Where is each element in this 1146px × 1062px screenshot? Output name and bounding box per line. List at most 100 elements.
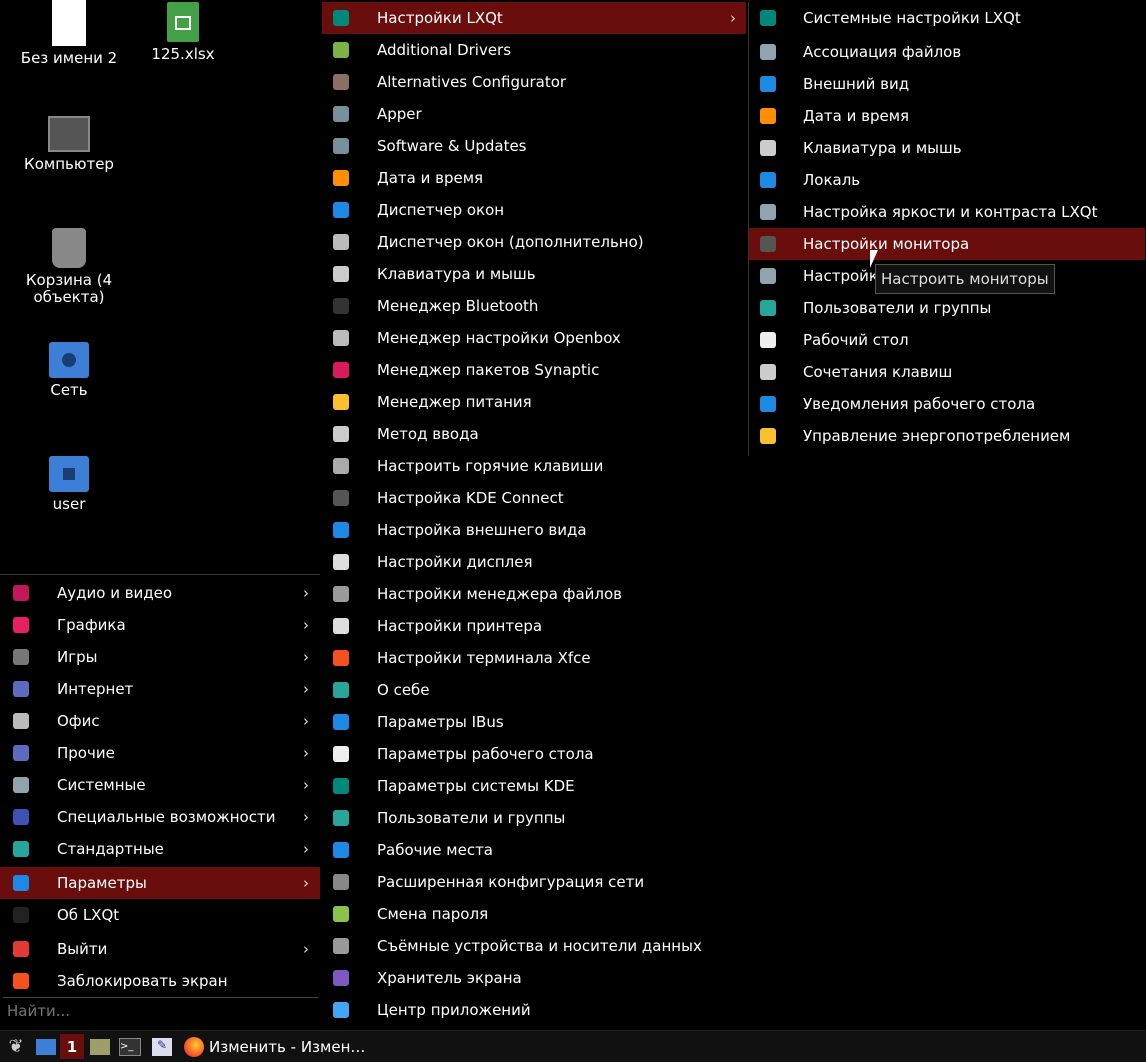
chevron-right-icon: › [303,744,309,762]
main-menu-item[interactable]: Аудио и видео › [0,577,320,609]
lxqt-menu-item[interactable]: Рабочий стол [749,324,1145,356]
mouse-icon [760,140,776,156]
lxqt-menu-item[interactable]: Настройки монитора [749,228,1145,260]
preferences-menu-item[interactable]: Apper [322,98,746,130]
main-menu-item[interactable]: Офис › [0,705,320,737]
taskbar-window-button[interactable]: Изменить - Измен… [184,1034,374,1059]
users-icon [760,300,776,316]
preferences-menu-item[interactable]: Менеджер питания [322,386,746,418]
preferences-menu-item[interactable]: Настройки LXQt › [322,2,746,34]
file-manager-launcher[interactable] [88,1034,112,1059]
preferences-menu-item[interactable]: Настройки терминала Xfce [322,642,746,674]
preferences-menu-item[interactable]: Параметры IBus [322,706,746,738]
terminal-launcher[interactable]: >_ [118,1034,142,1059]
lxqt-menu-item[interactable]: Клавиатура и мышь [749,132,1145,164]
main-menu-item-label: Специальные возможности [57,808,276,826]
main-menu-item[interactable]: Об LXQt [0,899,320,931]
lxqt-menu-item[interactable]: Дата и время [749,100,1145,132]
lxqt-menu-item[interactable]: Ассоциация файлов [749,36,1145,68]
preferences-menu-item[interactable]: Дата и время [322,162,746,194]
preferences-menu-item[interactable]: Параметры системы KDE [322,770,746,802]
chevron-right-icon: › [303,874,309,892]
lxqt-menu-item-label: Системные настройки LXQt [803,9,1021,27]
preferences-menu-item[interactable]: Менеджер Bluetooth [322,290,746,322]
main-menu: Аудио и видео › Графика › Игры › Интернет › Офис… [0,574,320,1031]
lxqt-menu-item[interactable]: Настройка яркости и контраста LXQt [749,196,1145,228]
preferences-menu-item-label: Настройки терминала Xfce [377,649,591,667]
preferences-menu-item[interactable]: Рабочие места [322,834,746,866]
preferences-menu-item[interactable]: Настройка KDE Connect [322,482,746,514]
graphics-icon [13,617,29,633]
preferences-menu-item[interactable]: Настройки принтера [322,610,746,642]
main-menu-item[interactable]: Заблокировать экран [0,965,320,997]
preferences-menu-item[interactable]: Расширенная конфигурация сети [322,866,746,898]
show-desktop-button[interactable] [34,1034,58,1059]
lxqt-menu-item[interactable]: Уведомления рабочего стола [749,388,1145,420]
lxqt-menu-item[interactable]: Системные настройки LXQt [749,2,1145,34]
preferences-menu-item[interactable]: Параметры рабочего стола [322,738,746,770]
appearance-icon [760,76,776,92]
preferences-menu-item-label: Хранитель экрана [377,969,522,987]
key-icon [333,906,349,922]
preferences-menu-item[interactable]: О себе [322,674,746,706]
preferences-menu-item[interactable]: Хранитель экрана [322,962,746,994]
preferences-menu-item[interactable]: Диспетчер окон (дополнительно) [322,226,746,258]
preferences-menu-item[interactable]: Метод ввода [322,418,746,450]
preferences-menu-item[interactable]: Настройки менеджера файлов [322,578,746,610]
main-menu-item[interactable]: Стандартные › [0,833,320,865]
preferences-menu-item-label: Параметры системы KDE [377,777,575,795]
preferences-menu-item[interactable]: Центр приложений [322,994,746,1026]
office-icon [13,713,29,729]
desktop-icon-label: user [52,495,86,513]
start-menu-button[interactable]: ❦ [4,1034,28,1059]
main-menu-item[interactable]: Параметры › [0,867,320,899]
preferences-menu-item-label: Параметры рабочего стола [377,745,594,763]
main-menu-item[interactable]: Системные › [0,769,320,801]
search-input[interactable] [3,998,311,1024]
ibus-info-icon [333,714,349,730]
preferences-menu-item[interactable]: Настроить горячие клавиши [322,450,746,482]
main-menu-item[interactable]: Прочие › [0,737,320,769]
main-menu-item[interactable]: Интернет › [0,673,320,705]
workspace-button[interactable]: 1 [60,1034,84,1059]
chevron-right-icon: › [303,680,309,698]
desktop-icon-spreadsheet[interactable]: 125.xlsx [128,2,238,63]
preferences-menu-item[interactable]: Настройки дисплея [322,546,746,578]
lxqt-menu-item[interactable]: Управление энергопотреблением [749,420,1145,452]
chevron-right-icon: › [303,840,309,858]
main-menu-item[interactable]: Игры › [0,641,320,673]
preferences-menu-item[interactable]: Alternatives Configurator [322,66,746,98]
system-gear-icon [13,777,29,793]
document-icon [52,0,86,46]
preferences-menu-item[interactable]: Смена пароля [322,898,746,930]
preferences-menu-item[interactable]: Software & Updates [322,130,746,162]
lxqt-menu-item[interactable]: Пользователи и группы [749,292,1145,324]
preferences-menu-item[interactable]: Менеджер настройки Openbox [322,322,746,354]
lxqt-logo-icon: ❦ [8,1036,24,1057]
preferences-menu-item[interactable]: Additional Drivers [322,34,746,66]
desktop-icon-network[interactable]: Сеть [14,342,124,399]
main-menu-item[interactable]: Графика › [0,609,320,641]
lxqt-menu-item[interactable]: Локаль [749,164,1145,196]
lxqt-menu-item-label: Настройка яркости и контраста LXQt [803,203,1098,221]
preferences-menu-item[interactable]: Съёмные устройства и носители данных [322,930,746,962]
info-icon [13,907,29,923]
text-editor-launcher[interactable]: ✎ [150,1034,174,1059]
preferences-menu-item[interactable]: Настройка внешнего вида [322,514,746,546]
lxqt-menu-item-label: Уведомления рабочего стола [803,395,1036,413]
lxqt-menu-item[interactable]: Внешний вид [749,68,1145,100]
main-menu-item[interactable]: Выйти › [0,933,320,965]
desktop-icon-document[interactable]: Без имени 2 [14,0,124,67]
preferences-menu-item[interactable]: Пользователи и группы [322,802,746,834]
preferences-menu-item[interactable]: Менеджер пакетов Synaptic [322,354,746,386]
main-menu-item[interactable]: Специальные возможности › [0,801,320,833]
lxqt-menu-item[interactable]: Сочетания клавиш [749,356,1145,388]
preferences-menu-item-label: Расширенная конфигурация сети [377,873,645,891]
desktop-icon-computer[interactable]: Компьютер [14,116,124,173]
desktop-icon-trash[interactable]: Корзина (4 объекта) [14,228,124,306]
preferences-menu-item[interactable]: Диспетчер окон [322,194,746,226]
chevron-right-icon: › [303,776,309,794]
preferences-menu-item[interactable]: Клавиатура и мышь [322,258,746,290]
chip-icon [333,42,349,58]
desktop-icon-home[interactable]: user [14,456,124,513]
